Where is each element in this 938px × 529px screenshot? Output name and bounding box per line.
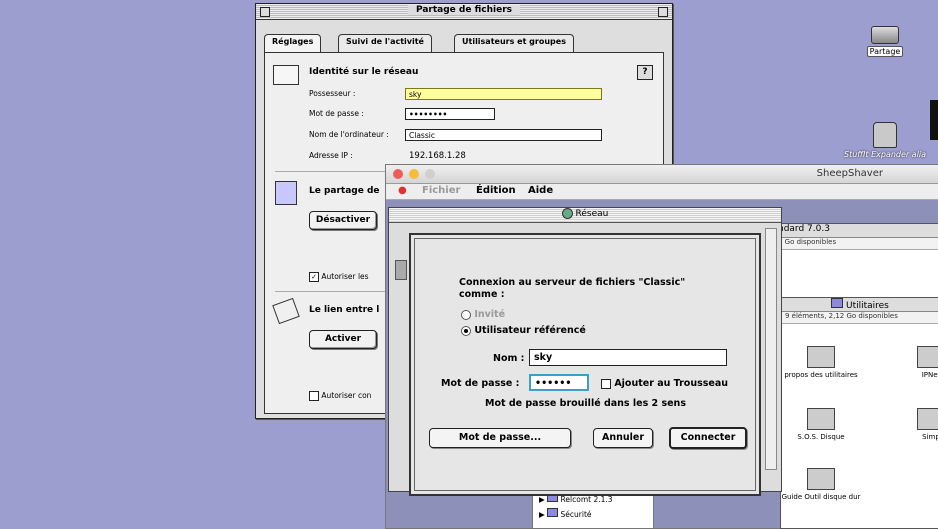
identity-title: Identité sur le réseau — [309, 67, 419, 77]
close-box[interactable] — [260, 7, 270, 17]
menu-bar: ● Fichier Édition Aide — [386, 184, 938, 200]
zoom-box[interactable] — [658, 7, 668, 17]
tab-reglages[interactable]: Réglages — [264, 34, 322, 53]
tab-activity[interactable]: Suivi de l'activité — [338, 34, 432, 53]
finder-window-system: ndard 7.0.3 2 Go disponibles ▲ — [760, 223, 938, 305]
menu-aide[interactable]: Aide — [528, 185, 553, 196]
network-icon — [561, 208, 573, 219]
sharing-title: Le partage de — [309, 186, 380, 196]
minimize-dot[interactable] — [409, 169, 419, 179]
help-icon: ? — [642, 67, 648, 77]
utilitaires-titlebar[interactable]: Utilitaires — [781, 298, 938, 312]
radio-selected-icon — [461, 325, 471, 336]
password-label: Mot de passe : — [309, 109, 364, 118]
sharing-folder-icon — [275, 181, 297, 205]
utilitaires-title: Utilitaires — [845, 301, 889, 311]
window-titlebar[interactable]: Partage de fichiers — [256, 4, 672, 20]
checkbox-unchecked — [601, 378, 611, 389]
radio-user-label: Utilisateur référencé — [474, 325, 586, 336]
sos-disk-icon — [807, 408, 835, 430]
desktop-icon-label: Partage — [866, 46, 904, 57]
file-item[interactable]: IPNet — [891, 346, 938, 379]
password-label: Mot de passe : — [441, 378, 520, 389]
utilitaires-window: Utilitaires 9 éléments, 2,12 Go disponib… — [780, 297, 938, 529]
link-title: Le lien entre l — [309, 305, 380, 315]
login-prompt: Connexion au serveur de fichiers "Classi… — [459, 277, 685, 301]
sheepshaver-titlebar[interactable]: SheepShaver — [386, 165, 938, 184]
sheepshaver-title: SheepShaver — [816, 168, 883, 179]
app-icon — [917, 408, 938, 430]
link-allow-checkbox[interactable]: Autoriser con — [309, 391, 371, 401]
file-item[interactable]: Guide Outil disque dur — [781, 468, 861, 501]
zoom-dot[interactable] — [425, 169, 435, 179]
computer-name-field[interactable]: Classic — [405, 129, 602, 141]
radio-guest[interactable]: Invité — [461, 309, 505, 320]
password-field[interactable]: •••••••• — [405, 108, 495, 120]
desktop-icon-label: StuffIt Expander alia — [843, 150, 927, 159]
program-link-icon — [272, 297, 300, 325]
deactivate-button[interactable]: Désactiver — [309, 211, 377, 230]
owner-label: Possesseur : — [309, 89, 356, 98]
file-item[interactable]: propos des utilitaires — [781, 346, 861, 379]
keychain-checkbox[interactable]: Ajouter au Trousseau — [601, 378, 728, 389]
link-allow-label: Autoriser con — [321, 391, 372, 400]
folder-icon — [547, 508, 559, 517]
name-label: Nom : — [493, 353, 525, 364]
finder-info: 2 Go disponibles — [774, 238, 938, 250]
folder-icon — [831, 298, 844, 308]
radio-guest-label: Invité — [474, 309, 506, 320]
vertical-scrollbar[interactable] — [765, 228, 777, 470]
checkbox-checked: ✓ — [309, 272, 319, 282]
keychain-label: Ajouter au Trousseau — [614, 378, 729, 389]
utilitaires-info: 9 éléments, 2,12 Go disponibles — [781, 312, 938, 324]
sharing-allow-label: Autoriser les — [321, 272, 369, 281]
ip-value: 192.168.1.28 — [409, 151, 466, 161]
document-icon — [807, 346, 835, 368]
radio-icon — [461, 309, 471, 320]
disk-guide-icon — [807, 468, 835, 490]
desktop-icon-stuffit[interactable]: StuffIt Expander alia — [832, 122, 938, 159]
file-item[interactable]: Simp — [891, 408, 938, 441]
identity-icon — [273, 65, 299, 85]
desktop-icon-partage[interactable]: Partage — [860, 26, 910, 57]
app-icon — [917, 346, 938, 368]
reseau-titlebar[interactable]: Réseau — [389, 208, 781, 223]
checkbox-unchecked — [309, 391, 319, 401]
password-field[interactable]: •••••• — [529, 374, 589, 391]
owner-field[interactable]: sky — [405, 88, 602, 100]
computer-name-label: Nom de l'ordinateur : — [309, 130, 389, 139]
name-field[interactable]: sky — [529, 349, 727, 366]
cancel-button[interactable]: Annuler — [593, 428, 653, 448]
server-icon — [871, 26, 899, 44]
help-button[interactable]: ? — [637, 65, 653, 80]
dark-edge — [930, 100, 938, 140]
close-dot[interactable] — [393, 169, 403, 179]
radio-registered-user[interactable]: Utilisateur référencé — [461, 325, 586, 336]
finder-title: ndard 7.0.3 — [774, 224, 938, 238]
menu-fichier[interactable]: Fichier — [422, 185, 460, 196]
prompt-line-1: Connexion au serveur de fichiers "Classi… — [459, 277, 686, 288]
list-item[interactable]: ▶ Sécurité — [533, 506, 653, 521]
connect-button[interactable]: Connecter — [669, 427, 747, 449]
change-password-button[interactable]: Mot de passe... — [429, 428, 571, 448]
file-item[interactable]: S.O.S. Disque — [781, 408, 861, 441]
sharing-allow-checkbox[interactable]: ✓ Autoriser les — [309, 272, 369, 282]
login-dialog: Connexion au serveur de fichiers "Classi… — [409, 233, 761, 496]
activate-button[interactable]: Activer — [309, 330, 377, 349]
prompt-line-2: comme : — [459, 289, 505, 300]
encryption-note: Mot de passe brouillé dans les 2 sens — [485, 398, 686, 409]
reseau-title: Réseau — [575, 209, 609, 219]
ip-label: Adresse IP : — [309, 151, 353, 160]
window-title: Partage de fichiers — [408, 5, 520, 15]
tab-users-groups[interactable]: Utilisateurs et groupes — [454, 34, 574, 53]
menu-edition[interactable]: Édition — [476, 185, 516, 196]
apple-menu-icon[interactable]: ● — [398, 185, 407, 196]
stuffit-icon — [873, 122, 897, 148]
scroll-arrow[interactable] — [395, 260, 407, 280]
